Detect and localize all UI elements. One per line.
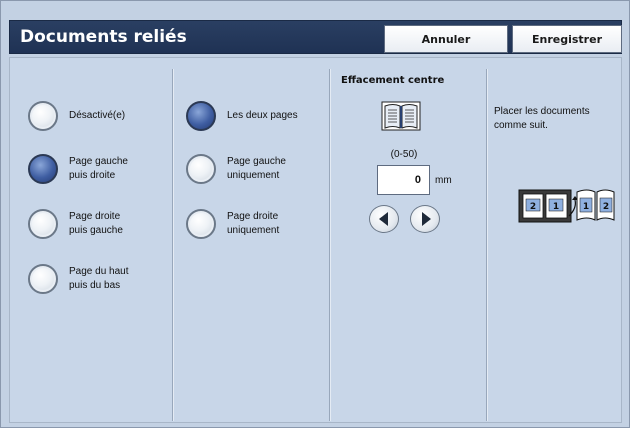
radio-label: Page droite uniquement <box>227 211 280 236</box>
column-divider <box>486 69 487 421</box>
radio-label: Page gauche uniquement <box>227 156 286 181</box>
center-erase-title: Effacement centre <box>341 75 445 86</box>
radio-circle[interactable] <box>186 154 216 184</box>
svg-text:2: 2 <box>530 202 536 212</box>
radio-circle[interactable] <box>186 209 216 239</box>
increment-button[interactable] <box>410 205 440 233</box>
radio-label: Les deux pages <box>227 110 298 121</box>
column-divider <box>329 69 330 421</box>
radio-page-haut-puis-bas[interactable]: Page du haut puis du bas <box>28 264 129 294</box>
increment-arrow-icon <box>421 212 431 226</box>
svg-text:1: 1 <box>583 202 589 212</box>
radio-circle[interactable] <box>186 101 216 131</box>
radio-circle[interactable] <box>28 264 58 294</box>
decrement-button[interactable] <box>369 205 399 233</box>
cancel-button[interactable]: Annuler <box>384 25 508 53</box>
radio-circle[interactable] <box>28 154 58 184</box>
radio-label: Désactivé(e) <box>69 110 126 121</box>
document-placement-illustration: 2 1 1 2 <box>518 189 615 223</box>
radio-circle[interactable] <box>28 101 58 131</box>
radio-page-gauche-puis-droite[interactable]: Page gauche puis droite <box>28 154 128 184</box>
window: Documents reliés Annuler Enregistrer Dés… <box>0 0 630 428</box>
svg-text:2: 2 <box>603 202 609 212</box>
center-erase-value-field[interactable]: 0 <box>377 165 430 195</box>
decrement-arrow-icon <box>378 212 388 226</box>
column-divider <box>172 69 173 421</box>
svg-text:1: 1 <box>553 202 559 212</box>
instructions-text: Placer les documents comme suit. <box>494 106 590 131</box>
radio-page-droite-puis-gauche[interactable]: Page droite puis gauche <box>28 209 123 239</box>
open-book-icon <box>381 101 421 131</box>
value-range: (0-50) <box>390 149 418 160</box>
page-title: Documents reliés <box>20 27 187 47</box>
radio-desactive[interactable]: Désactivé(e) <box>28 101 125 131</box>
unit-label: mm <box>435 175 452 186</box>
radio-label: Page droite puis gauche <box>69 211 123 236</box>
radio-page-droite-uniquement[interactable]: Page droite uniquement <box>186 209 279 239</box>
save-button[interactable]: Enregistrer <box>512 25 622 53</box>
title-bar: Documents reliés Annuler Enregistrer <box>9 20 622 54</box>
radio-label: Page du haut puis du bas <box>69 266 129 291</box>
radio-page-gauche-uniquement[interactable]: Page gauche uniquement <box>186 154 286 184</box>
radio-label: Page gauche puis droite <box>69 156 128 181</box>
radio-les-deux-pages[interactable]: Les deux pages <box>186 101 298 131</box>
radio-circle[interactable] <box>28 209 58 239</box>
